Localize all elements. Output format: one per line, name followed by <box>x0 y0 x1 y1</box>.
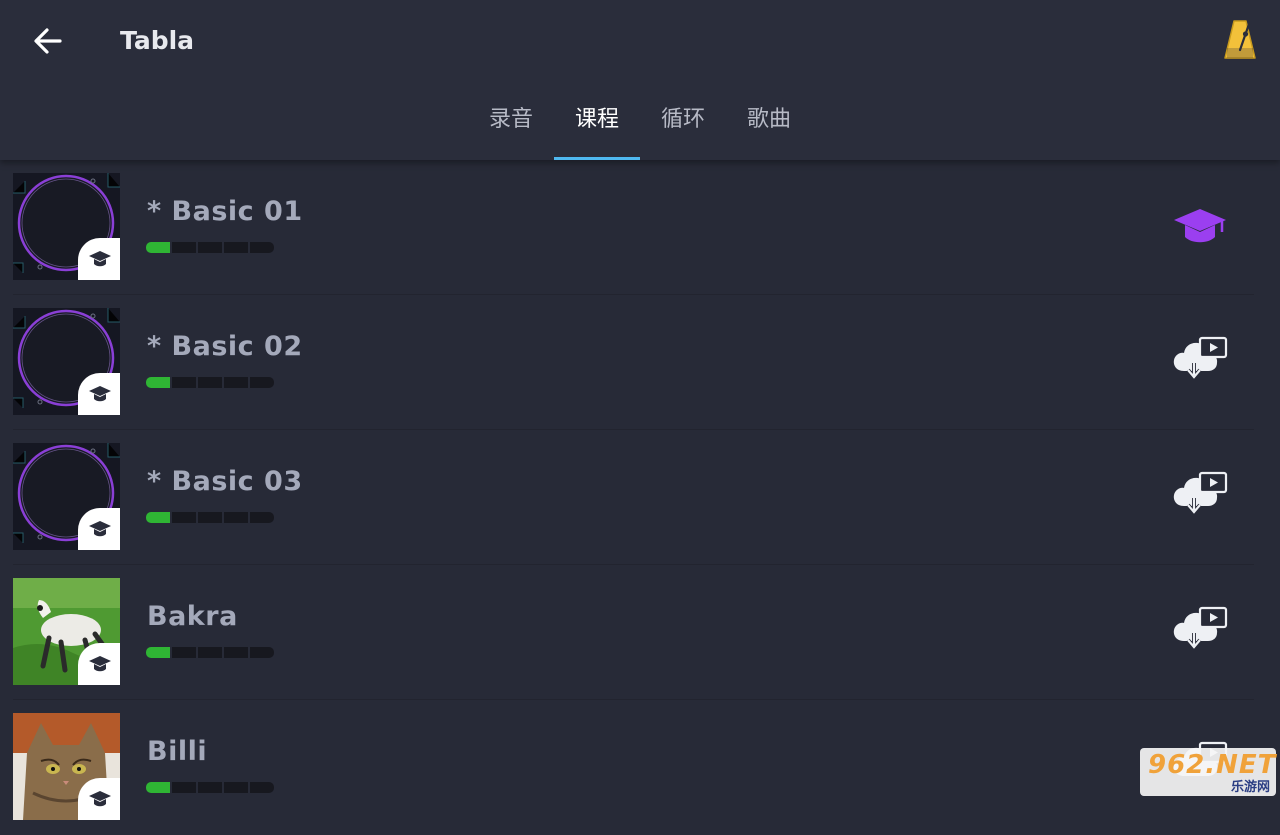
lesson-badge <box>78 778 120 820</box>
cloud-download-video-icon[interactable] <box>1170 605 1230 655</box>
site-watermark: 962.NET 乐游网 <box>1140 748 1276 796</box>
lesson-name: * Basic 03 <box>147 466 303 497</box>
metronome-icon[interactable] <box>1222 18 1258 62</box>
graduation-cap-icon[interactable] <box>1170 202 1230 252</box>
lesson-name: Billi <box>147 736 208 767</box>
graduation-cap-icon <box>89 521 111 537</box>
lesson-badge <box>78 238 120 280</box>
lesson-badge <box>78 508 120 550</box>
tab-bar: 录音 课程 循环 歌曲 <box>468 96 812 160</box>
graduation-cap-icon <box>89 251 111 267</box>
lesson-name: * Basic 01 <box>147 196 303 227</box>
lesson-name: * Basic 02 <box>147 331 303 362</box>
lesson-name: Bakra <box>147 601 238 632</box>
lesson-badge <box>78 643 120 685</box>
lesson-badge <box>78 373 120 415</box>
lesson-progress-bar <box>146 242 274 253</box>
lesson-row-basic-02[interactable]: * Basic 02 <box>0 295 1280 430</box>
tabla-drum-thumbnail <box>13 173 120 280</box>
tab-songs[interactable]: 歌曲 <box>726 96 812 160</box>
cat-photo-thumbnail <box>13 713 120 820</box>
lesson-row-billi[interactable]: Billi <box>0 700 1280 835</box>
cloud-download-video-icon[interactable] <box>1170 470 1230 520</box>
watermark-caption: 乐游网 <box>1230 780 1270 795</box>
tab-lessons[interactable]: 课程 <box>554 96 640 160</box>
lesson-progress-bar <box>146 647 274 658</box>
tabla-drum-thumbnail <box>13 308 120 415</box>
lesson-progress-bar <box>146 782 274 793</box>
lesson-row-basic-01[interactable]: * Basic 01 <box>0 160 1280 295</box>
graduation-cap-icon <box>89 791 111 807</box>
tabla-drum-thumbnail <box>13 443 120 550</box>
app-header: Tabla 录音 课程 循环 歌曲 <box>0 0 1280 160</box>
back-arrow-icon[interactable] <box>30 24 66 58</box>
lesson-row-basic-03[interactable]: * Basic 03 <box>0 430 1280 565</box>
graduation-cap-icon <box>89 386 111 402</box>
tab-recording[interactable]: 录音 <box>468 96 554 160</box>
tab-loops[interactable]: 循环 <box>640 96 726 160</box>
lesson-row-bakra[interactable]: Bakra <box>0 565 1280 700</box>
page-title: Tabla <box>120 26 195 55</box>
graduation-cap-icon <box>89 656 111 672</box>
cloud-download-video-icon[interactable] <box>1170 335 1230 385</box>
lesson-progress-bar <box>146 377 274 388</box>
goat-photo-thumbnail <box>13 578 120 685</box>
lesson-progress-bar <box>146 512 274 523</box>
